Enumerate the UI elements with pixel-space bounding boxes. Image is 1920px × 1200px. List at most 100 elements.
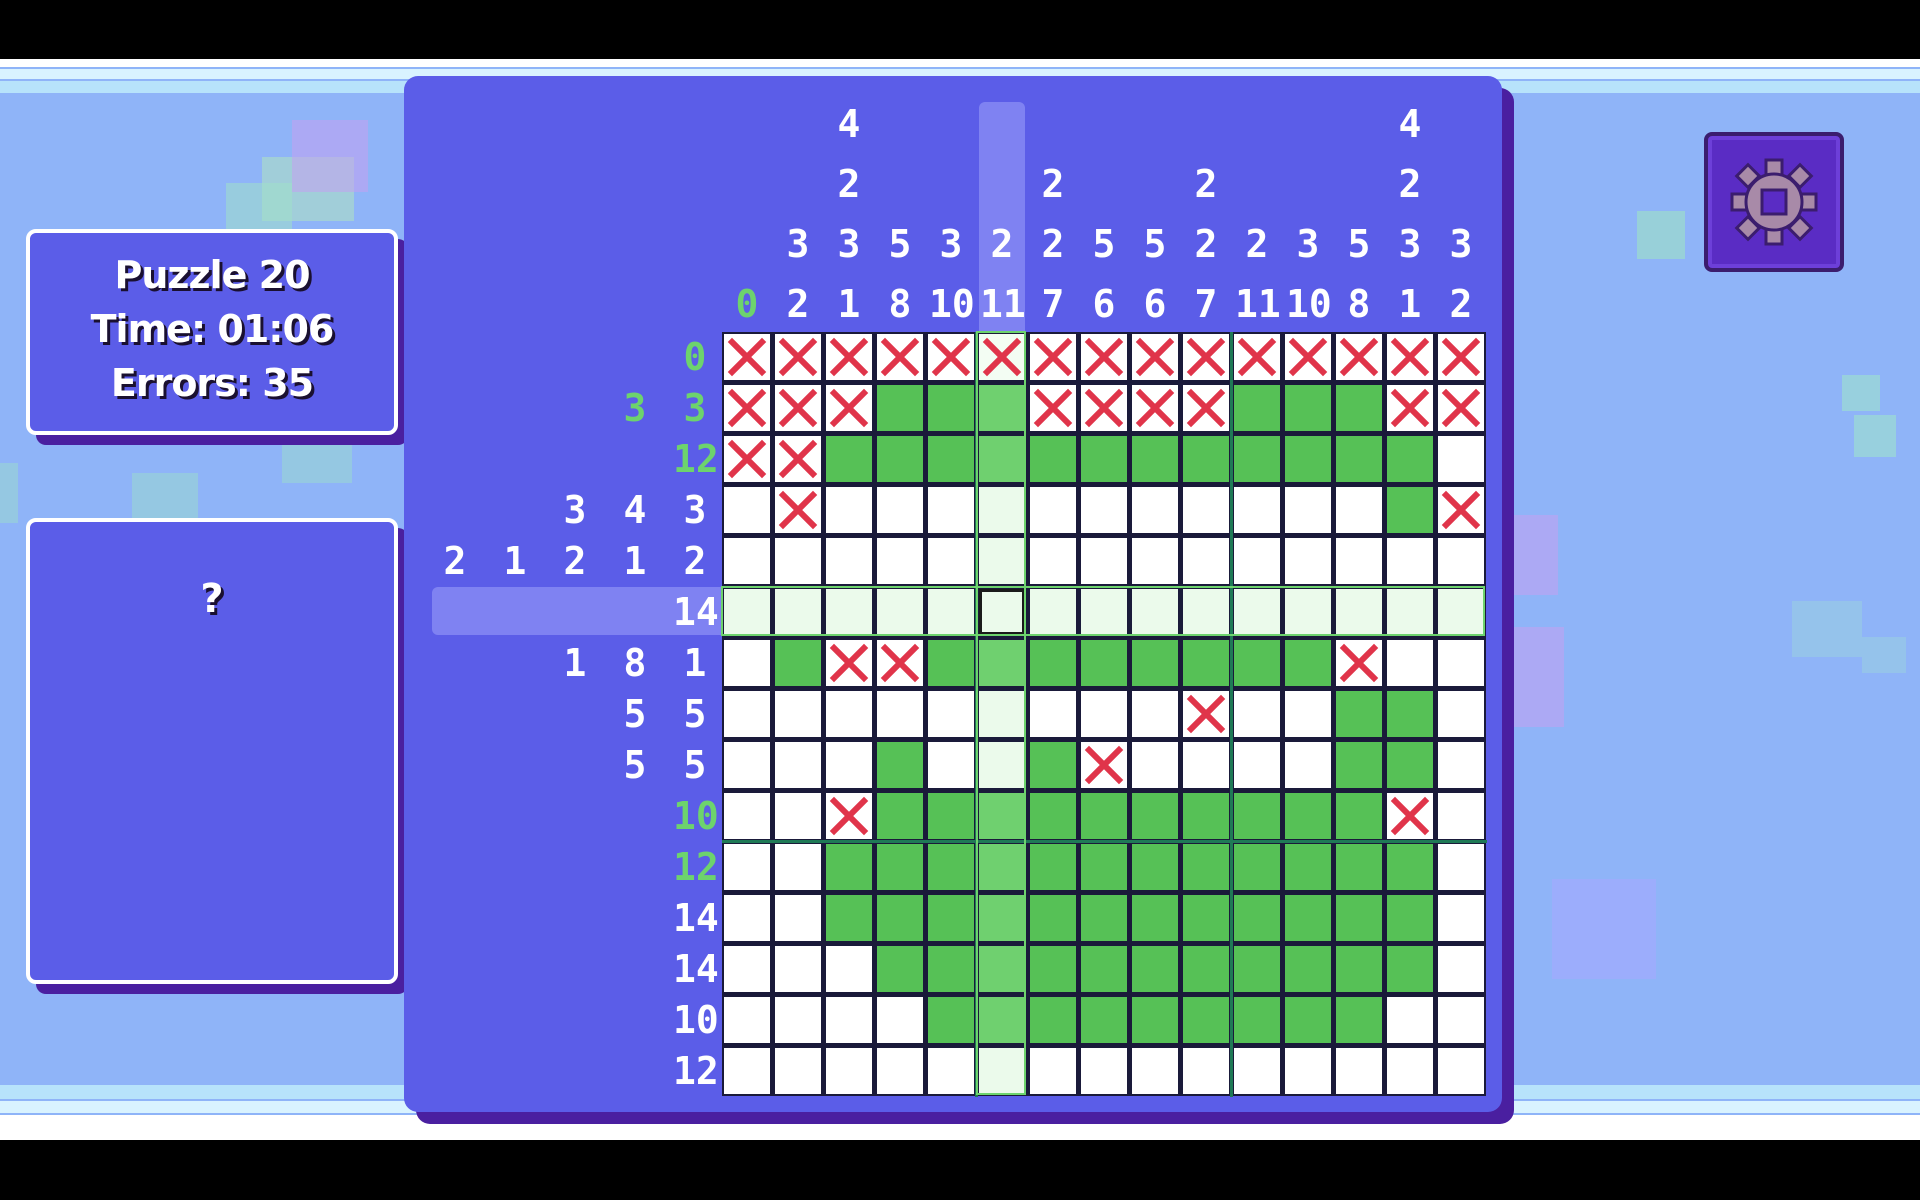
filled-cell[interactable] bbox=[1234, 793, 1280, 839]
crossed-cell[interactable] bbox=[775, 385, 821, 431]
filled-cell[interactable] bbox=[1234, 385, 1280, 431]
empty-cell[interactable] bbox=[1234, 1048, 1280, 1094]
filled-cell[interactable] bbox=[1081, 997, 1127, 1043]
filled-cell[interactable] bbox=[928, 997, 974, 1043]
filled-cell[interactable] bbox=[877, 742, 923, 788]
empty-cell[interactable] bbox=[775, 793, 821, 839]
empty-cell[interactable] bbox=[1132, 691, 1178, 737]
filled-cell[interactable] bbox=[1183, 436, 1229, 482]
crossed-cell[interactable] bbox=[1183, 334, 1229, 380]
empty-cell[interactable] bbox=[1081, 538, 1127, 584]
filled-cell[interactable] bbox=[1183, 793, 1229, 839]
filled-cell[interactable] bbox=[1081, 895, 1127, 941]
empty-cell[interactable] bbox=[1387, 640, 1433, 686]
empty-cell[interactable] bbox=[724, 793, 770, 839]
filled-cell[interactable] bbox=[1387, 742, 1433, 788]
crossed-cell[interactable] bbox=[928, 334, 974, 380]
filled-cell[interactable] bbox=[1234, 946, 1280, 992]
filled-cell[interactable] bbox=[1285, 997, 1331, 1043]
crossed-cell[interactable] bbox=[775, 334, 821, 380]
empty-cell[interactable] bbox=[1030, 691, 1076, 737]
empty-cell[interactable] bbox=[1030, 538, 1076, 584]
crossed-cell[interactable] bbox=[1081, 385, 1127, 431]
empty-cell[interactable] bbox=[1438, 844, 1484, 890]
empty-cell[interactable] bbox=[1438, 436, 1484, 482]
filled-cell[interactable] bbox=[1234, 844, 1280, 890]
empty-cell[interactable] bbox=[928, 691, 974, 737]
filled-cell[interactable] bbox=[1132, 640, 1178, 686]
filled-cell[interactable] bbox=[877, 895, 923, 941]
empty-cell[interactable] bbox=[1438, 793, 1484, 839]
empty-cell[interactable] bbox=[1285, 487, 1331, 533]
empty-cell[interactable] bbox=[775, 895, 821, 941]
filled-cell[interactable] bbox=[928, 385, 974, 431]
empty-cell[interactable] bbox=[1336, 538, 1382, 584]
crossed-cell[interactable] bbox=[877, 640, 923, 686]
empty-cell[interactable] bbox=[877, 538, 923, 584]
empty-cell[interactable] bbox=[724, 640, 770, 686]
crossed-cell[interactable] bbox=[826, 640, 872, 686]
empty-cell[interactable] bbox=[775, 691, 821, 737]
filled-cell[interactable] bbox=[826, 895, 872, 941]
empty-cell[interactable] bbox=[1132, 538, 1178, 584]
crossed-cell[interactable] bbox=[1336, 334, 1382, 380]
filled-cell[interactable] bbox=[928, 436, 974, 482]
crossed-cell[interactable] bbox=[775, 436, 821, 482]
filled-cell[interactable] bbox=[1285, 793, 1331, 839]
crossed-cell[interactable] bbox=[826, 793, 872, 839]
empty-cell[interactable] bbox=[1183, 1048, 1229, 1094]
filled-cell[interactable] bbox=[1030, 436, 1076, 482]
empty-cell[interactable] bbox=[877, 1048, 923, 1094]
crossed-cell[interactable] bbox=[877, 334, 923, 380]
empty-cell[interactable] bbox=[826, 487, 872, 533]
crossed-cell[interactable] bbox=[724, 385, 770, 431]
crossed-cell[interactable] bbox=[1387, 334, 1433, 380]
filled-cell[interactable] bbox=[1387, 487, 1433, 533]
crossed-cell[interactable] bbox=[1132, 385, 1178, 431]
crossed-cell[interactable] bbox=[1387, 385, 1433, 431]
crossed-cell[interactable] bbox=[1132, 334, 1178, 380]
filled-cell[interactable] bbox=[1285, 385, 1331, 431]
filled-cell[interactable] bbox=[1336, 385, 1382, 431]
crossed-cell[interactable] bbox=[1030, 385, 1076, 431]
filled-cell[interactable] bbox=[1132, 844, 1178, 890]
empty-cell[interactable] bbox=[1438, 538, 1484, 584]
empty-cell[interactable] bbox=[1285, 1048, 1331, 1094]
crossed-cell[interactable] bbox=[826, 385, 872, 431]
filled-cell[interactable] bbox=[1285, 436, 1331, 482]
filled-cell[interactable] bbox=[1081, 640, 1127, 686]
empty-cell[interactable] bbox=[724, 691, 770, 737]
filled-cell[interactable] bbox=[1183, 844, 1229, 890]
filled-cell[interactable] bbox=[877, 385, 923, 431]
empty-cell[interactable] bbox=[724, 1048, 770, 1094]
empty-cell[interactable] bbox=[1285, 691, 1331, 737]
empty-cell[interactable] bbox=[1438, 691, 1484, 737]
empty-cell[interactable] bbox=[928, 487, 974, 533]
empty-cell[interactable] bbox=[1030, 1048, 1076, 1094]
crossed-cell[interactable] bbox=[1387, 793, 1433, 839]
filled-cell[interactable] bbox=[1234, 640, 1280, 686]
empty-cell[interactable] bbox=[724, 997, 770, 1043]
empty-cell[interactable] bbox=[1336, 487, 1382, 533]
empty-cell[interactable] bbox=[1387, 538, 1433, 584]
filled-cell[interactable] bbox=[1387, 844, 1433, 890]
filled-cell[interactable] bbox=[1030, 640, 1076, 686]
empty-cell[interactable] bbox=[1183, 538, 1229, 584]
empty-cell[interactable] bbox=[1030, 487, 1076, 533]
empty-cell[interactable] bbox=[775, 538, 821, 584]
filled-cell[interactable] bbox=[826, 844, 872, 890]
empty-cell[interactable] bbox=[1285, 742, 1331, 788]
filled-cell[interactable] bbox=[1336, 742, 1382, 788]
empty-cell[interactable] bbox=[775, 997, 821, 1043]
empty-cell[interactable] bbox=[724, 946, 770, 992]
empty-cell[interactable] bbox=[1183, 487, 1229, 533]
crossed-cell[interactable] bbox=[1336, 640, 1382, 686]
empty-cell[interactable] bbox=[826, 742, 872, 788]
filled-cell[interactable] bbox=[928, 844, 974, 890]
empty-cell[interactable] bbox=[928, 538, 974, 584]
empty-cell[interactable] bbox=[724, 538, 770, 584]
settings-button[interactable] bbox=[1704, 132, 1844, 272]
empty-cell[interactable] bbox=[1132, 742, 1178, 788]
filled-cell[interactable] bbox=[928, 946, 974, 992]
filled-cell[interactable] bbox=[1030, 844, 1076, 890]
